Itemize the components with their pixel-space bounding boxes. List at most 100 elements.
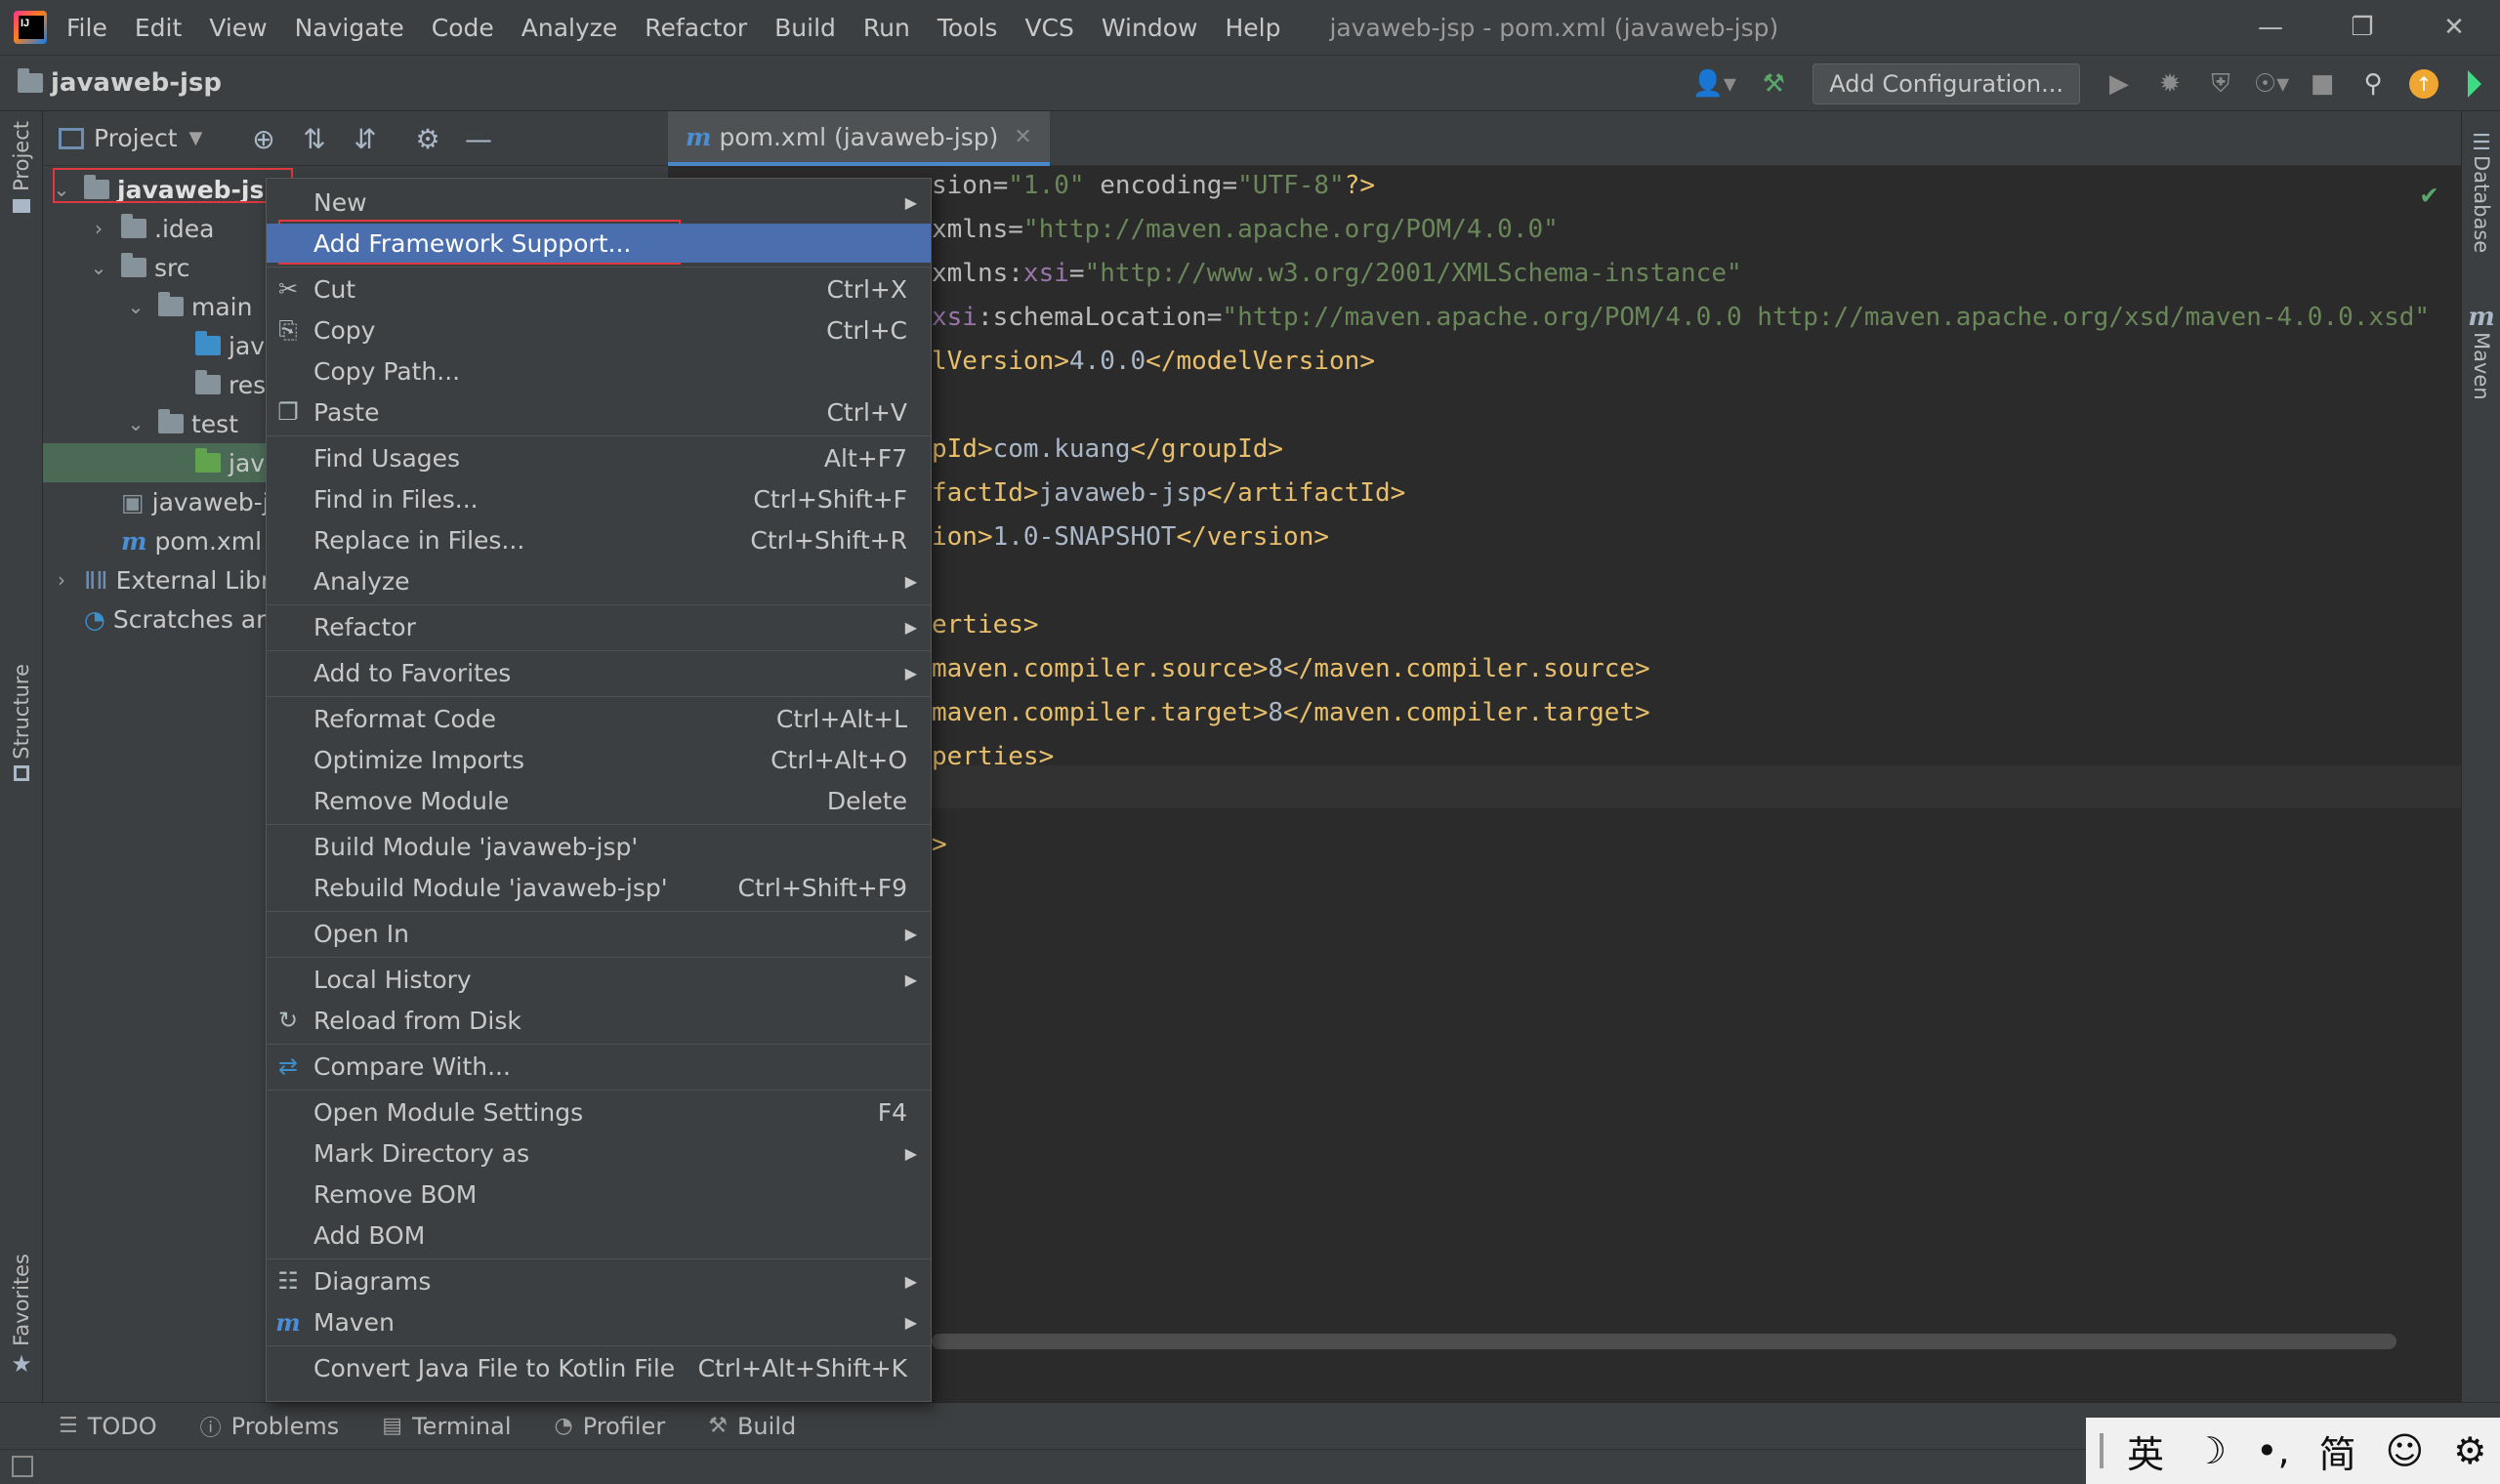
close-tab-icon[interactable]: ✕ — [1014, 125, 1031, 149]
menu-item-reload-from-disk[interactable]: ↻ Reload from Disk — [267, 1001, 931, 1040]
ime-settings-icon[interactable]: ⚙ — [2453, 1429, 2486, 1472]
menu-item-build-module-javaweb-jsp[interactable]: Build Module 'javaweb-jsp' — [267, 827, 931, 866]
code-editor[interactable]: sion="1.0" encoding="UTF-8"?> xmlns="http… — [668, 166, 2461, 1357]
code-line: erties> — [932, 603, 1039, 646]
menu-item-copy[interactable]: ⎘ Copy Ctrl+C — [267, 310, 931, 350]
chevron-down-icon[interactable]: ⌄ — [51, 178, 72, 201]
menu-item-mark-directory-as[interactable]: Mark Directory as ▶ — [267, 1134, 931, 1173]
menu-item-label: Analyze — [313, 566, 410, 596]
minimize-button[interactable]: — — [2225, 0, 2316, 55]
menu-item-find-usages[interactable]: Find Usages Alt+F7 — [267, 438, 931, 477]
code-with-me-icon[interactable] — [2449, 56, 2500, 112]
ime-punctuation-icon[interactable]: •, — [2256, 1429, 2290, 1472]
debug-icon[interactable]: ✹ — [2145, 56, 2195, 112]
menu-code[interactable]: Code — [432, 14, 494, 42]
tool-window-problems[interactable]: ⓘ Problems — [200, 1411, 340, 1442]
xml-tag: erties> — [932, 610, 1039, 639]
xml-text: 8 — [1268, 654, 1284, 683]
menu-item-label: Find in Files... — [313, 484, 479, 514]
menu-item-add-framework-support[interactable]: Add Framework Support... — [267, 224, 931, 263]
tool-window-build[interactable]: ⚒ Build — [708, 1413, 796, 1440]
chevron-down-icon[interactable]: ⌄ — [125, 412, 146, 435]
menu-item-diagrams[interactable]: ☷ Diagrams ▶ — [267, 1261, 931, 1300]
menu-help[interactable]: Help — [1225, 14, 1280, 42]
structure-tool-button[interactable]: Structure — [0, 664, 43, 781]
menu-run[interactable]: Run — [863, 14, 910, 42]
menu-vcs[interactable]: VCS — [1024, 14, 1073, 42]
profile-icon[interactable]: ☉▾ — [2246, 56, 2297, 112]
menu-item-new[interactable]: New ▶ — [267, 183, 931, 222]
stop-icon[interactable]: ■ — [2297, 56, 2348, 112]
ime-moon-icon[interactable]: ☽ — [2193, 1429, 2227, 1472]
add-configuration-button[interactable]: Add Configuration... — [1812, 63, 2080, 104]
tab-pom-xml[interactable]: m pom.xml (javaweb-jsp) ✕ — [668, 111, 1050, 166]
menu-item-open-module-settings[interactable]: Open Module Settings F4 — [267, 1092, 931, 1132]
chevron-down-icon[interactable]: ⌄ — [88, 256, 109, 279]
restore-button[interactable]: ❐ — [2316, 0, 2408, 55]
menu-item-rebuild-module-javaweb-jsp[interactable]: Rebuild Module 'javaweb-jsp' Ctrl+Shift+F… — [267, 868, 931, 907]
submenu-arrow-icon: ▶ — [904, 1143, 917, 1163]
expand-all-icon[interactable]: ⇅ — [289, 111, 340, 166]
inspection-ok-icon[interactable]: ✔ — [2421, 178, 2438, 210]
menu-item-local-history[interactable]: Local History ▶ — [267, 960, 931, 999]
tool-window-profiler[interactable]: ◔ Profiler — [555, 1413, 666, 1440]
build-hammer-icon[interactable]: ⚒ — [1748, 56, 1799, 112]
menu-item-optimize-imports[interactable]: Optimize Imports Ctrl+Alt+O — [267, 740, 931, 779]
run-icon[interactable]: ▶ — [2094, 56, 2145, 112]
menu-item-maven[interactable]: m Maven ▶ — [267, 1302, 931, 1341]
status-toggle-icon[interactable] — [12, 1456, 33, 1477]
ime-simplified-toggle[interactable]: 简 — [2319, 1424, 2356, 1478]
chevron-right-icon[interactable]: › — [88, 217, 109, 240]
menu-item-analyze[interactable]: Analyze ▶ — [267, 561, 931, 600]
chevron-down-icon[interactable]: ⌄ — [125, 295, 146, 318]
menu-build[interactable]: Build — [774, 14, 836, 42]
close-window-button[interactable]: ✕ — [2408, 0, 2500, 55]
chevron-right-icon[interactable]: › — [51, 568, 72, 592]
menu-navigate[interactable]: Navigate — [295, 14, 404, 42]
chevron-down-icon[interactable]: ▼ — [189, 128, 203, 148]
project-view-selector[interactable]: Project — [94, 124, 178, 152]
menu-item-label: Copy — [313, 315, 376, 345]
tool-window-todo[interactable]: ☰ TODO — [59, 1413, 157, 1440]
menu-item-reformat-code[interactable]: Reformat Code Ctrl+Alt+L — [267, 699, 931, 738]
menu-item-replace-in-files[interactable]: Replace in Files... Ctrl+Shift+R — [267, 520, 931, 559]
database-tool-button[interactable]: ☰ Database — [2462, 131, 2500, 253]
favorites-tool-button[interactable]: Favorites ★ — [0, 1254, 43, 1378]
menu-item-add-bom[interactable]: Add BOM — [267, 1216, 931, 1255]
menu-edit[interactable]: Edit — [135, 14, 182, 42]
menu-item-remove-module[interactable]: Remove Module Delete — [267, 781, 931, 820]
menu-refactor[interactable]: Refactor — [645, 14, 747, 42]
menu-view[interactable]: View — [209, 14, 267, 42]
search-icon[interactable]: ⚲ — [2348, 56, 2398, 112]
resources-folder-icon — [195, 370, 221, 394]
menu-tools[interactable]: Tools — [938, 14, 998, 42]
update-icon[interactable]: ↑ — [2398, 56, 2449, 112]
menu-item-convert-java-file-to-kotlin-file[interactable]: Convert Java File to Kotlin File Ctrl+Alt… — [267, 1348, 931, 1387]
menu-window[interactable]: Window — [1102, 14, 1198, 42]
coverage-icon[interactable]: ⛨ — [2195, 56, 2246, 112]
menu-item-open-in[interactable]: Open In ▶ — [267, 914, 931, 953]
project-tool-button[interactable]: Project — [0, 121, 43, 213]
menu-item-compare-with[interactable]: ⇄ Compare With... — [267, 1047, 931, 1086]
maven-tool-button[interactable]: m Maven — [2462, 303, 2500, 400]
tool-window-terminal[interactable]: ▤ Terminal — [382, 1413, 511, 1440]
menu-item-copy-path[interactable]: Copy Path... — [267, 351, 931, 391]
user-icon[interactable]: 👤▾ — [1680, 56, 1748, 112]
menu-item-refactor[interactable]: Refactor ▶ — [267, 607, 931, 646]
menu-item-cut[interactable]: ✂ Cut Ctrl+X — [267, 269, 931, 309]
locate-icon[interactable]: ⊕ — [238, 111, 289, 166]
gear-icon[interactable]: ⚙ — [402, 111, 453, 166]
menu-item-add-to-favorites[interactable]: Add to Favorites ▶ — [267, 653, 931, 692]
hide-icon[interactable]: — — [453, 111, 504, 166]
menu-item-remove-bom[interactable]: Remove BOM — [267, 1175, 931, 1214]
ime-emoji-icon[interactable]: ☺ — [2386, 1429, 2425, 1472]
ime-grip[interactable] — [2100, 1433, 2104, 1468]
menu-file[interactable]: File — [66, 14, 107, 42]
menu-analyze[interactable]: Analyze — [521, 14, 618, 42]
menu-item-paste[interactable]: ❐ Paste Ctrl+V — [267, 392, 931, 432]
project-breadcrumb[interactable]: javaweb-jsp — [18, 68, 222, 98]
horizontal-scrollbar[interactable] — [932, 1334, 2396, 1349]
collapse-all-icon[interactable]: ⇵ — [340, 111, 391, 166]
menu-item-find-in-files[interactable]: Find in Files... Ctrl+Shift+F — [267, 479, 931, 518]
ime-language-toggle[interactable]: 英 — [2127, 1424, 2164, 1478]
